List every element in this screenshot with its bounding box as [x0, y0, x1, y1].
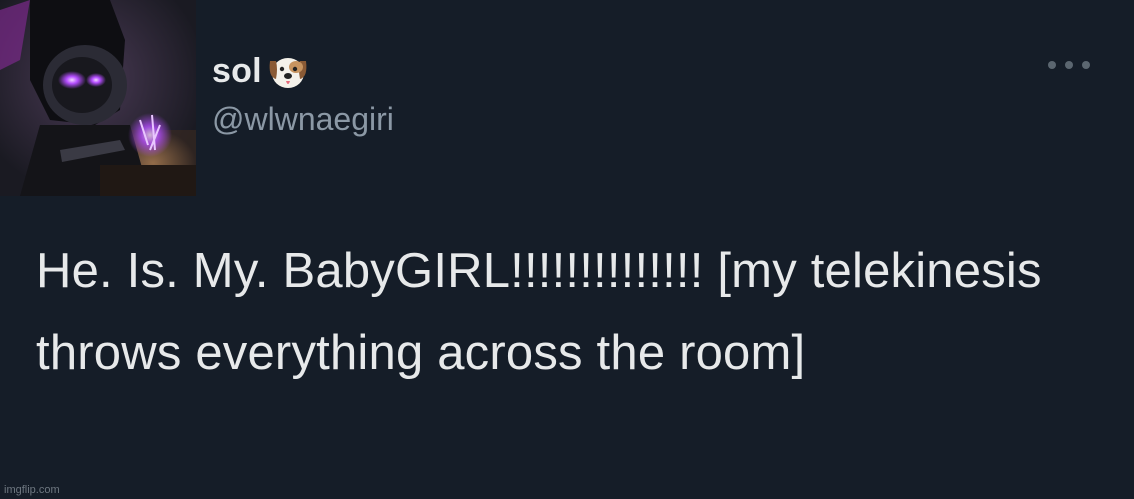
- tweet-text: He. Is. My. BabyGIRL!!!!!!!!!!!!!! [my t…: [36, 244, 1042, 380]
- tweet-card: sol @wlwnaegiri He. Is. My. BabyGIRL!!!!…: [0, 0, 1134, 499]
- dog-face-icon: [269, 58, 307, 88]
- name-row: sol: [212, 46, 312, 96]
- watermark: imgflip.com: [4, 484, 60, 496]
- more-dot: [1065, 61, 1073, 69]
- avatar[interactable]: [0, 0, 196, 196]
- user-handle[interactable]: @wlwnaegiri: [212, 101, 394, 138]
- more-dot: [1082, 61, 1090, 69]
- more-dot: [1048, 61, 1056, 69]
- more-options-icon[interactable]: [1048, 55, 1090, 75]
- avatar-image: [0, 0, 196, 196]
- display-name[interactable]: sol: [212, 52, 262, 91]
